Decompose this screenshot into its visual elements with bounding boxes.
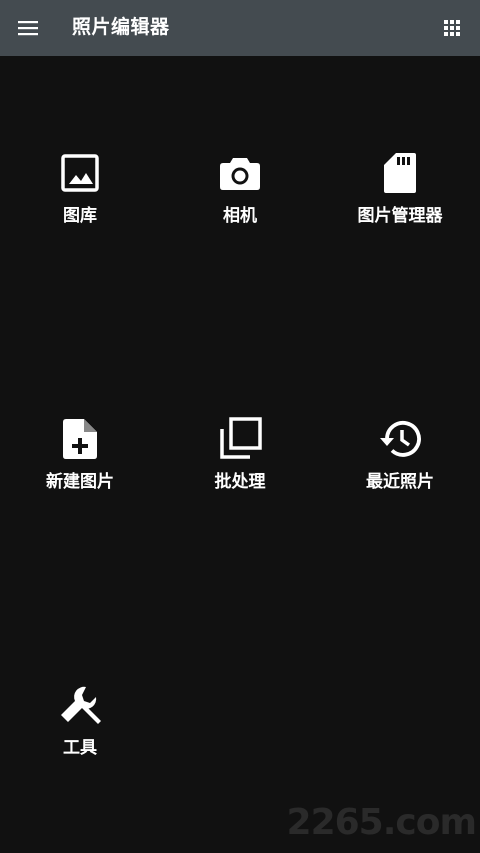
tile-recent-photos[interactable]: 最近照片 [320, 417, 480, 537]
app-title: 照片编辑器 [72, 17, 170, 38]
hamburger-menu-icon [18, 21, 38, 36]
app-bar: 照片编辑器 [0, 0, 480, 56]
menu-button[interactable] [12, 12, 44, 44]
wrench-icon [58, 683, 102, 727]
apps-button[interactable] [436, 12, 468, 44]
layers-icon [218, 417, 262, 461]
tile-tools[interactable]: 工具 [0, 683, 160, 803]
tile-label: 工具 [63, 738, 97, 757]
history-icon [378, 417, 422, 461]
tile-label: 最近照片 [366, 472, 434, 491]
tile-new-picture[interactable]: 新建图片 [0, 417, 160, 537]
watermark: 2265.com [286, 802, 477, 843]
tile-label: 图库 [63, 206, 97, 225]
image-icon [58, 151, 102, 195]
new-file-icon [58, 417, 102, 461]
tile-label: 图片管理器 [357, 206, 443, 225]
tile-label: 相机 [223, 206, 257, 225]
tile-label: 新建图片 [46, 472, 114, 491]
apps-grid-icon [444, 20, 460, 36]
camera-icon [218, 151, 262, 195]
tile-camera[interactable]: 相机 [160, 151, 320, 271]
tile-picture-manager[interactable]: 图片管理器 [320, 151, 480, 271]
tile-batch[interactable]: 批处理 [160, 417, 320, 537]
tile-gallery[interactable]: 图库 [0, 151, 160, 271]
tile-label: 批处理 [214, 472, 266, 491]
sd-card-icon [378, 151, 422, 195]
